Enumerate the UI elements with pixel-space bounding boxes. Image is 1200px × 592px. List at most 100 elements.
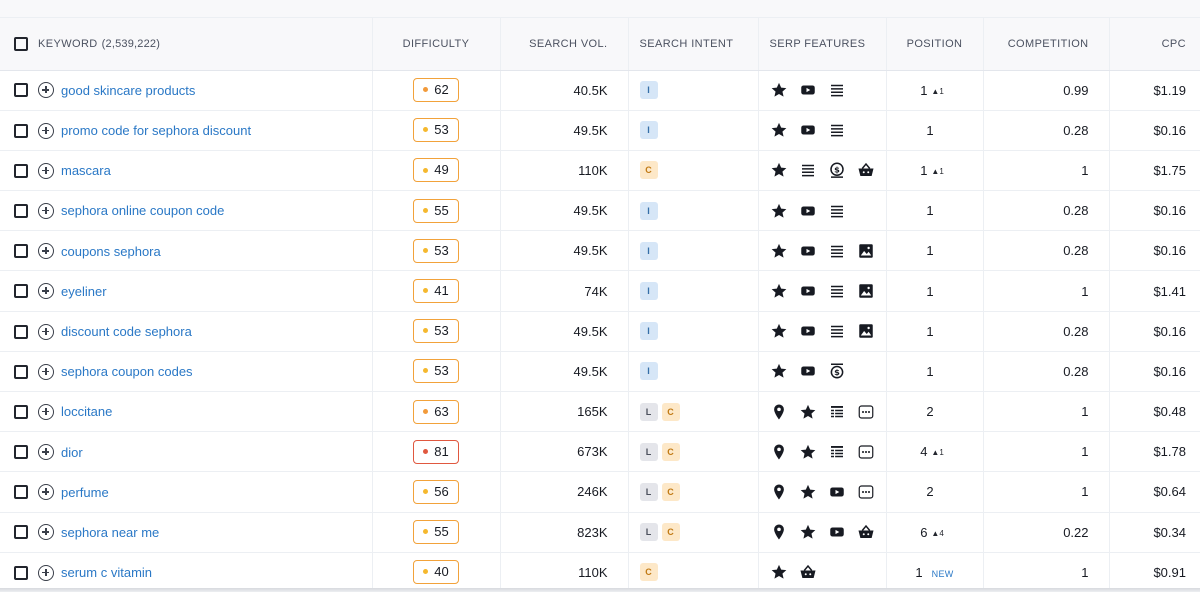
video-icon[interactable] [799,322,817,340]
difficulty-badge[interactable]: 62 [413,78,459,103]
keyword-link[interactable]: sephora online coupon code [61,203,224,218]
difficulty-badge[interactable]: 63 [413,399,459,424]
more-icon[interactable] [857,403,875,421]
star-icon[interactable] [799,483,817,501]
star-icon[interactable] [770,161,788,179]
list-icon[interactable] [828,242,846,260]
table-row[interactable]: mascara 49 110K C $ 1 ▲1 1 $1.75 [0,150,1200,192]
star-icon[interactable] [770,362,788,380]
keyword-link[interactable]: serum c vitamin [61,565,152,580]
intent-badge[interactable]: I [639,241,658,260]
table-row[interactable]: perfume 56 246K LC 2 1 $0.64 [0,471,1200,513]
header-keyword[interactable]: KEYWORD (2,539,222) [0,18,373,71]
shopping-basket-icon[interactable] [857,523,875,541]
header-search-volume[interactable]: SEARCH VOL. [500,18,629,71]
keyword-link[interactable]: promo code for sephora discount [61,123,251,138]
intent-badge[interactable]: I [639,362,658,381]
star-icon[interactable] [770,81,788,99]
video-icon[interactable] [799,282,817,300]
keyword-link[interactable]: loccitane [61,404,112,419]
table-row[interactable]: sephora coupon codes 53 49.5K I $ 1 0.28… [0,351,1200,393]
intent-badge[interactable]: C [639,563,658,582]
row-checkbox[interactable] [14,203,28,218]
keyword-link[interactable]: perfume [61,485,109,500]
difficulty-badge[interactable]: 41 [413,279,459,304]
row-checkbox[interactable] [14,163,28,178]
intent-badge[interactable]: C [661,442,680,461]
difficulty-badge[interactable]: 40 [413,560,459,585]
header-serp-features[interactable]: SERP FEATURES [758,18,887,71]
video-icon[interactable] [799,362,817,380]
list-icon[interactable] [828,121,846,139]
add-keyword-icon[interactable] [38,564,54,581]
row-checkbox[interactable] [14,485,28,500]
video-icon[interactable] [828,523,846,541]
difficulty-badge[interactable]: 81 [413,439,459,464]
star-icon[interactable] [799,443,817,461]
intent-badge[interactable]: C [661,523,680,542]
shopping-basket-icon[interactable] [799,563,817,581]
row-checkbox[interactable] [14,123,28,138]
star-icon[interactable] [799,403,817,421]
header-search-intent[interactable]: SEARCH INTENT [628,18,759,71]
intent-badge[interactable]: L [639,402,658,421]
add-keyword-icon[interactable] [38,202,54,219]
add-keyword-icon[interactable] [38,524,54,541]
list-icon[interactable] [828,282,846,300]
difficulty-badge[interactable]: 53 [413,118,459,143]
row-checkbox[interactable] [14,364,28,379]
keyword-link[interactable]: sephora near me [61,525,159,540]
add-keyword-icon[interactable] [38,283,54,300]
add-keyword-icon[interactable] [38,122,54,139]
list-icon[interactable] [828,202,846,220]
keyword-link[interactable]: dior [61,445,83,460]
row-checkbox[interactable] [14,565,28,580]
intent-badge[interactable]: I [639,282,658,301]
intent-badge[interactable]: I [639,121,658,140]
difficulty-badge[interactable]: 53 [413,319,459,344]
intent-badge[interactable]: I [639,201,658,220]
video-icon[interactable] [799,121,817,139]
list-icon[interactable] [828,322,846,340]
map-pin-icon[interactable] [770,483,788,501]
difficulty-badge[interactable]: 53 [413,359,459,384]
difficulty-badge[interactable]: 55 [413,198,459,223]
keyword-link[interactable]: good skincare products [61,83,195,98]
table-icon[interactable] [828,403,846,421]
star-icon[interactable] [770,121,788,139]
row-checkbox[interactable] [14,525,28,540]
add-keyword-icon[interactable] [38,243,54,260]
list-icon[interactable] [799,161,817,179]
keyword-link[interactable]: sephora coupon codes [61,364,193,379]
intent-badge[interactable]: C [661,482,680,501]
image-icon[interactable] [857,322,875,340]
map-pin-icon[interactable] [770,403,788,421]
table-row[interactable]: dior 81 673K LC 4 ▲1 1 $1.78 [0,431,1200,473]
difficulty-badge[interactable]: 53 [413,238,459,263]
star-icon[interactable] [770,242,788,260]
add-keyword-icon[interactable] [38,363,54,380]
intent-badge[interactable]: L [639,482,658,501]
row-checkbox[interactable] [14,83,28,98]
header-position[interactable]: POSITION [886,18,984,71]
row-checkbox[interactable] [14,445,28,460]
difficulty-badge[interactable]: 56 [413,479,459,504]
difficulty-badge[interactable]: 55 [413,520,459,545]
row-checkbox[interactable] [14,244,28,259]
more-icon[interactable] [857,483,875,501]
table-row[interactable]: promo code for sephora discount 53 49.5K… [0,110,1200,151]
ad-icon[interactable]: $ [828,161,846,179]
table-row[interactable]: sephora near me 55 823K LC 6 ▲4 0.22 $0.3… [0,512,1200,553]
keyword-link[interactable]: coupons sephora [61,244,161,259]
video-icon[interactable] [799,202,817,220]
table-row[interactable]: serum c vitamin 40 110K C 1 NEW 1 $0.91 [0,552,1200,592]
intent-badge[interactable]: C [661,402,680,421]
row-checkbox[interactable] [14,324,28,339]
add-keyword-icon[interactable] [38,484,54,501]
video-icon[interactable] [828,483,846,501]
select-all-checkbox[interactable] [14,36,28,51]
row-checkbox[interactable] [14,284,28,299]
add-keyword-icon[interactable] [38,323,54,340]
image-icon[interactable] [857,282,875,300]
star-icon[interactable] [770,563,788,581]
